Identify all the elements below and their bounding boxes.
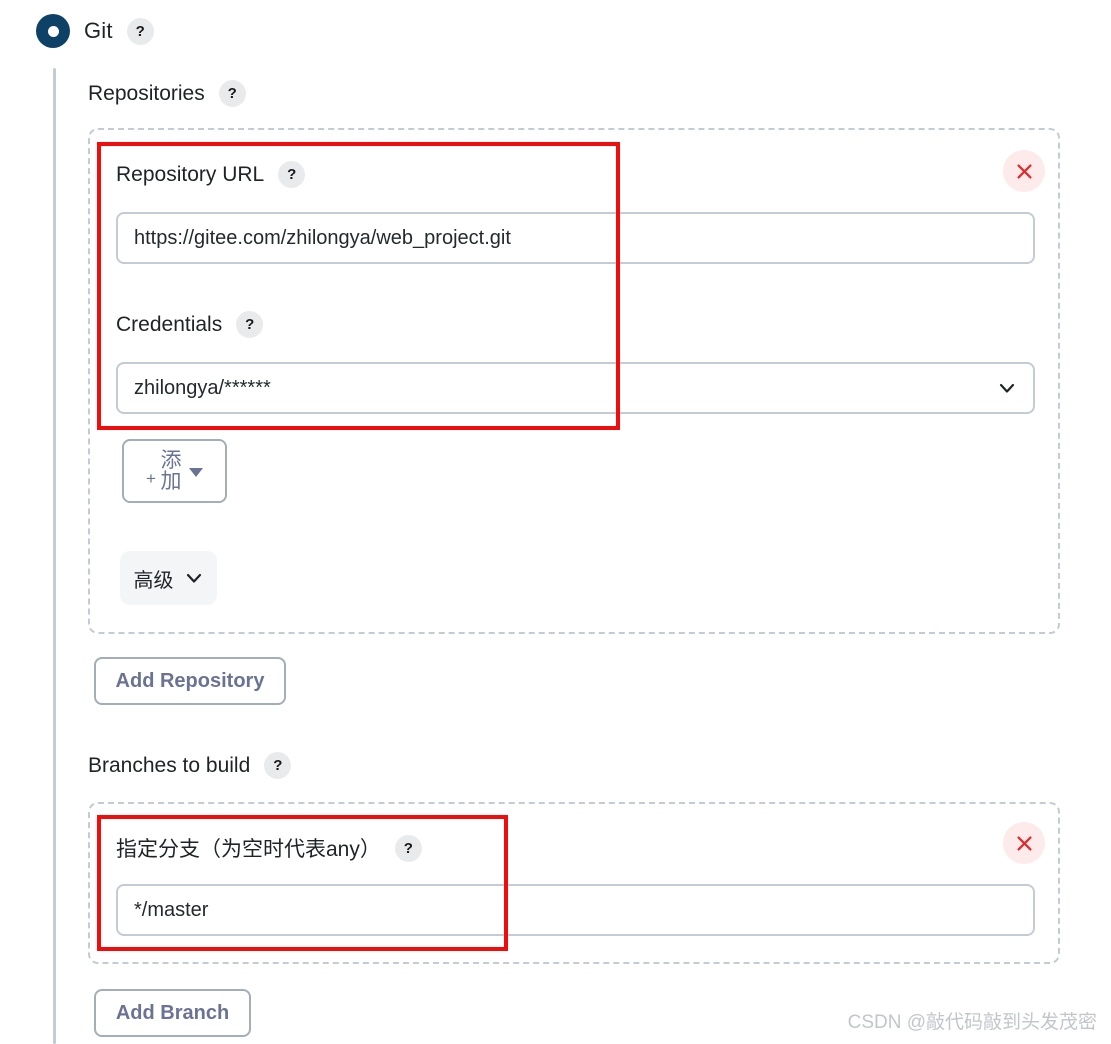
- credentials-select[interactable]: zhilongya/******: [116, 362, 1035, 414]
- add-credentials-button[interactable]: + 添 加: [122, 439, 227, 503]
- close-icon: [1016, 835, 1032, 851]
- section-guide-rail: [53, 68, 56, 1044]
- git-radio-button[interactable]: [36, 14, 70, 48]
- remove-repository-button[interactable]: [1003, 150, 1045, 192]
- credentials-label: Credentials: [116, 312, 223, 336]
- add-repository-button[interactable]: Add Repository: [94, 657, 286, 705]
- chevron-down-icon: [999, 383, 1015, 393]
- credentials-label-row: Credentials ?: [116, 311, 264, 338]
- add-branch-button[interactable]: Add Branch: [94, 989, 251, 1037]
- repository-url-input[interactable]: [116, 212, 1035, 264]
- branch-entry-container: [88, 802, 1060, 964]
- jenkins-scm-git-config-panel: Git ? Repositories ? Repository URL ? Cr…: [0, 0, 1111, 1044]
- branches-heading-row: Branches to build ?: [88, 752, 292, 779]
- plus-icon: +: [146, 469, 156, 488]
- add-repository-label: Add Repository: [115, 669, 265, 692]
- help-icon-repository-url[interactable]: ?: [278, 161, 306, 188]
- help-icon-branch-spec[interactable]: ?: [394, 834, 422, 862]
- repositories-heading-row: Repositories ?: [88, 80, 246, 107]
- advanced-button-label: 高级: [133, 569, 174, 592]
- help-icon-git[interactable]: ?: [126, 17, 154, 45]
- repository-url-label: Repository URL: [116, 162, 265, 186]
- caret-down-icon: [188, 467, 203, 477]
- branch-spec-input[interactable]: [116, 884, 1035, 936]
- credentials-selected-value: zhilongya/******: [134, 376, 271, 399]
- help-icon-branches[interactable]: ?: [264, 752, 292, 779]
- remove-branch-button[interactable]: [1003, 822, 1045, 864]
- scm-git-option-row[interactable]: Git ?: [36, 14, 154, 48]
- help-icon-credentials[interactable]: ?: [236, 311, 264, 338]
- add-credentials-label: 添 加: [160, 449, 182, 493]
- radio-selected-dot: [47, 25, 59, 37]
- repositories-heading-label: Repositories: [88, 81, 205, 105]
- repository-url-label-row: Repository URL ?: [116, 161, 306, 188]
- help-icon-repositories[interactable]: ?: [218, 80, 246, 107]
- add-branch-label: Add Branch: [115, 1001, 230, 1024]
- advanced-button[interactable]: 高级: [120, 551, 217, 605]
- close-icon: [1016, 163, 1032, 179]
- credentials-select-box[interactable]: zhilongya/******: [116, 362, 1035, 414]
- git-label: Git: [84, 18, 113, 43]
- chevron-down-icon: [186, 573, 201, 583]
- branch-spec-label: 指定分支（为空时代表any）: [116, 838, 381, 861]
- branches-heading-label: Branches to build: [88, 753, 251, 777]
- branch-spec-label-row: 指定分支（为空时代表any） ?: [116, 833, 422, 863]
- watermark-text: CSDN @敲代码敲到头发茂密: [847, 1012, 1097, 1033]
